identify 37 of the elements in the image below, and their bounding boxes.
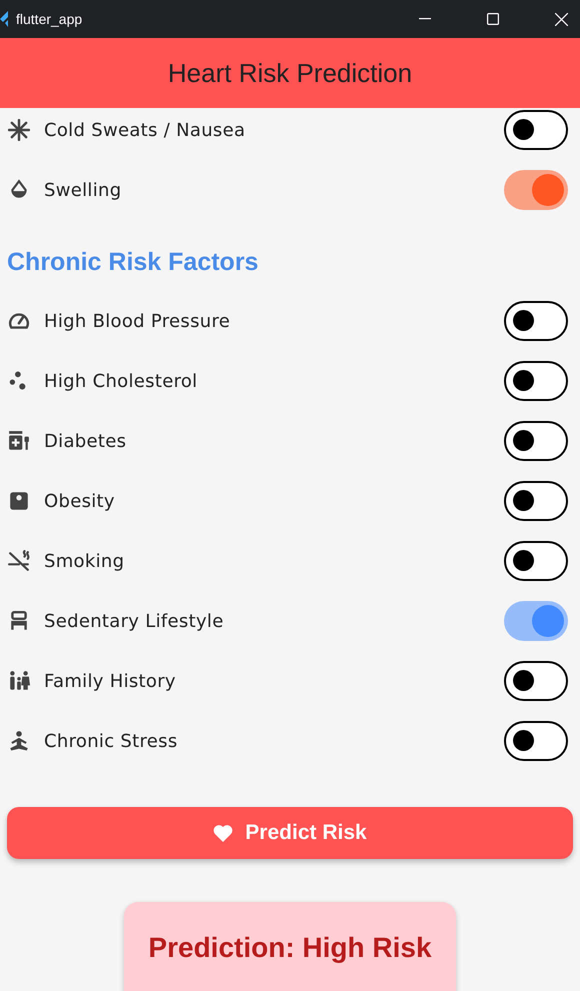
factor-label: High Blood Pressure <box>44 310 230 332</box>
factor-label: Sedentary Lifestyle <box>44 610 224 632</box>
medical-kit-icon <box>8 430 30 452</box>
factor-label: Smoking <box>44 550 124 572</box>
factor-label: Swelling <box>44 180 122 200</box>
toggle-switch[interactable] <box>504 170 568 210</box>
factor-label: Family History <box>44 670 176 692</box>
factor-label: Obesity <box>44 490 115 512</box>
app-logo-icon <box>0 11 8 27</box>
maximize-icon[interactable] <box>487 13 499 25</box>
snowflake-icon <box>8 119 30 141</box>
factor-label: Chronic Stress <box>44 730 178 752</box>
toggle-switch[interactable] <box>504 481 568 521</box>
close-icon[interactable] <box>555 12 568 26</box>
toggle-switch[interactable] <box>504 110 568 150</box>
no-smoking-icon <box>8 550 30 572</box>
toggle-switch[interactable] <box>504 301 568 341</box>
prediction-text: Prediction: High Risk <box>148 932 432 964</box>
chair-icon <box>8 610 30 632</box>
scale-icon <box>8 490 30 512</box>
factor-label: Cold Sweats / Nausea <box>44 120 246 140</box>
predict-risk-button[interactable]: Predict Risk <box>7 807 573 859</box>
toggle-switch[interactable] <box>504 541 568 581</box>
meditation-icon <box>8 730 30 752</box>
factor-label: High Cholesterol <box>44 370 198 392</box>
factor-label: Diabetes <box>44 430 126 452</box>
window-title: flutter_app <box>16 11 82 27</box>
section-heading: Chronic Risk Factors <box>7 248 258 276</box>
toggle-switch[interactable] <box>504 421 568 461</box>
minimize-icon[interactable] <box>419 18 431 20</box>
app-bar-title: Heart Risk Prediction <box>168 58 412 88</box>
toggle-switch[interactable] <box>504 601 568 641</box>
toggle-switch[interactable] <box>504 721 568 761</box>
heart-icon <box>213 824 234 842</box>
family-icon <box>8 670 30 692</box>
toggle-switch[interactable] <box>504 361 568 401</box>
toggle-switch[interactable] <box>504 661 568 701</box>
